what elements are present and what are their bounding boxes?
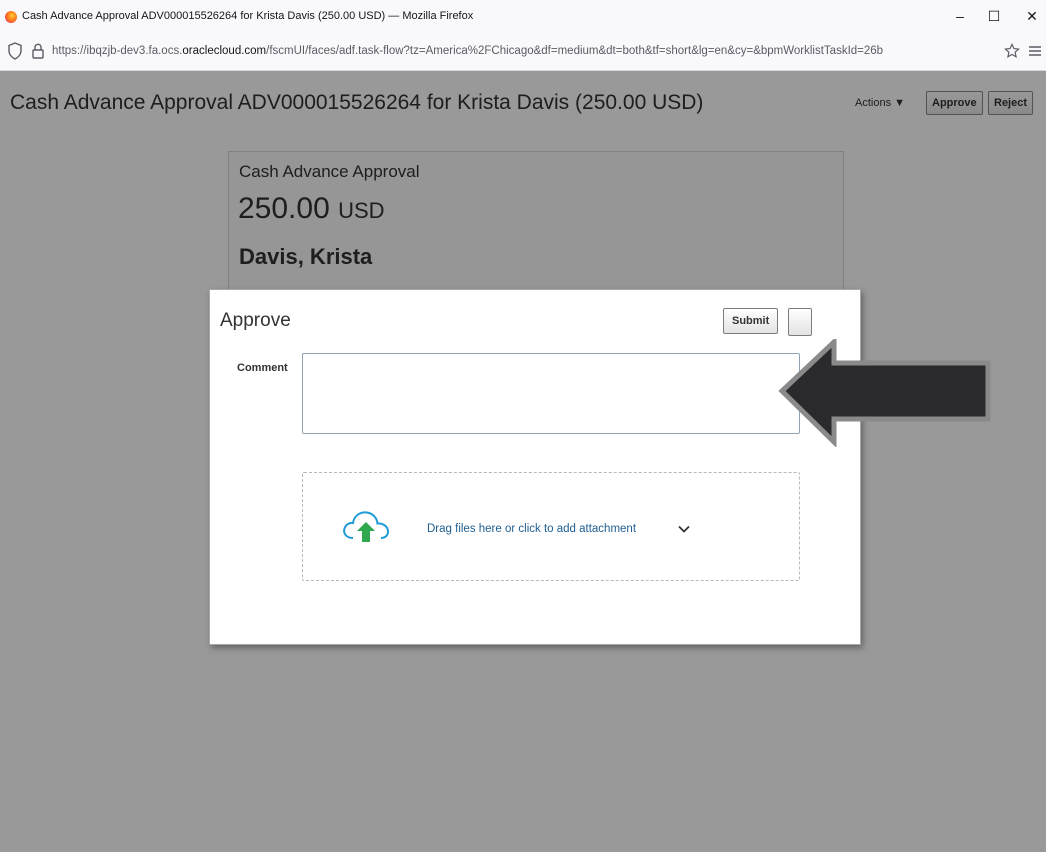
page-content: Cash Advance Approval ADV000015526264 fo…	[0, 71, 1046, 852]
url-bar: https://ibqzjb-dev3.fa.ocs.oraclecloud.c…	[0, 34, 1046, 71]
menu-icon[interactable]	[1027, 42, 1043, 60]
cloud-upload-icon	[343, 511, 390, 542]
firefox-logo-icon	[5, 11, 17, 23]
comment-field[interactable]	[302, 353, 800, 434]
arrow-annotation	[778, 339, 991, 447]
attachment-drop-text[interactable]: Drag files here or click to add attachme…	[427, 523, 636, 535]
maximize-button[interactable]: ☐	[980, 6, 1008, 26]
comment-label: Comment	[237, 362, 288, 374]
submit-button[interactable]: Submit	[723, 308, 779, 334]
star-icon[interactable]	[1004, 42, 1020, 60]
url-suffix: /fscmUI/faces/adf.task-flow?tz=America%2…	[266, 45, 884, 57]
window-titlebar: Cash Advance Approval ADV000015526264 fo…	[0, 0, 1046, 34]
lock-icon[interactable]	[30, 42, 46, 60]
attachment-drop-zone[interactable]: Drag files here or click to add attachme…	[302, 472, 800, 581]
dialog-title: Approve	[220, 310, 291, 331]
window-title: Cash Advance Approval ADV000015526264 fo…	[22, 10, 474, 22]
cancel-button[interactable]	[788, 308, 812, 336]
approve-dialog: Approve Submit Comment Drag files here o…	[209, 289, 861, 645]
chevron-down-icon[interactable]	[677, 523, 691, 535]
shield-icon	[8, 42, 22, 60]
close-window-button[interactable]: ✕	[1018, 6, 1046, 26]
url-prefix: https://ibqzjb-dev3.fa.ocs.	[52, 45, 183, 57]
url-input[interactable]: https://ibqzjb-dev3.fa.ocs.oraclecloud.c…	[52, 45, 1002, 57]
url-domain: oraclecloud.com	[182, 45, 267, 57]
minimize-button[interactable]: –	[946, 6, 974, 26]
